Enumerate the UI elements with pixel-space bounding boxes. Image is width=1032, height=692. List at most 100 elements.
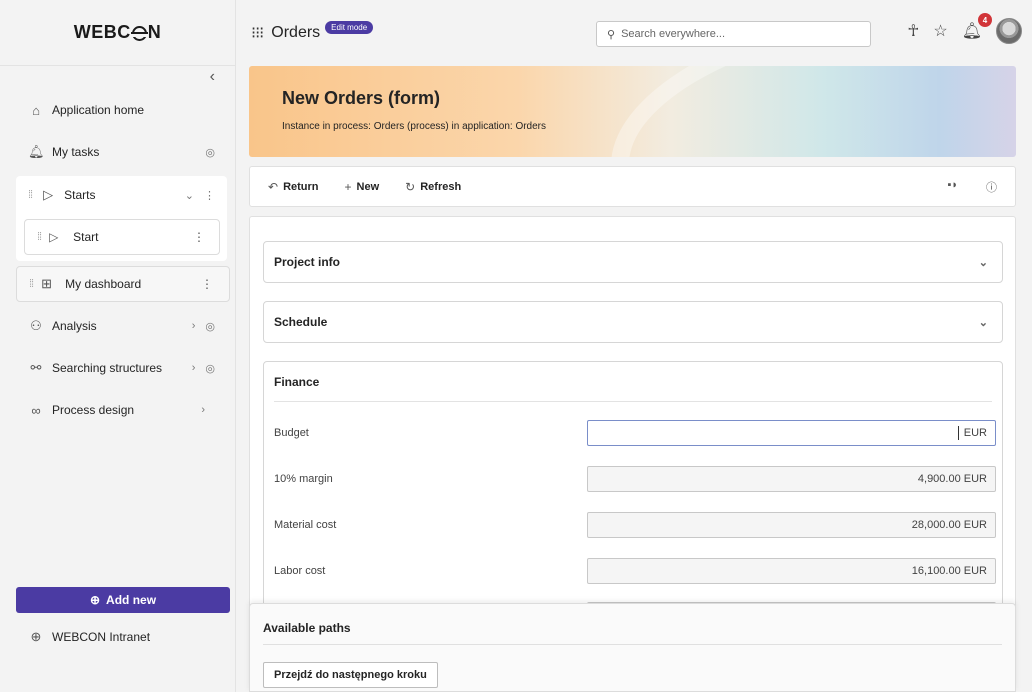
dashboard-icon: ⊞ [41, 276, 53, 291]
labor-cost-value: 16,100.00 EUR [587, 558, 996, 584]
refresh-icon: ↻ [405, 179, 416, 194]
sidebar-item-label: Start [73, 230, 99, 244]
sidebar-item-label: Process design [52, 403, 135, 417]
sidebar-item-start[interactable]: ⁞⁞ ▷ Start ⋮ [24, 219, 220, 255]
sidebar-item-my-tasks[interactable]: 🔔︎ My tasks ◎ [16, 134, 227, 170]
bell-icon: 🔔︎ [28, 144, 45, 159]
logo-text-start: WEBC [73, 22, 131, 42]
sidebar-item-label: My dashboard [65, 277, 142, 291]
return-icon: ↶ [268, 179, 279, 194]
paths-title: Available paths [263, 621, 351, 635]
edit-mode-badge[interactable]: Edit mode [325, 20, 374, 34]
drag-handle-icon[interactable]: ⁞⁞ [28, 189, 33, 201]
sidebar-item-label: WEBCON Intranet [52, 630, 151, 644]
collapse-sidebar-icon[interactable]: ‹ [210, 68, 215, 86]
chevron-down-icon[interactable]: ⌄ [185, 189, 194, 202]
notification-count-badge: 4 [978, 13, 992, 27]
sidebar-item-analysis[interactable]: ⚇ Analysis › ◎ [16, 308, 227, 344]
page-subtitle: Instance in process: Orders (process) in… [282, 121, 546, 132]
budget-input[interactable]: EUR [587, 420, 996, 446]
notifications-bell-icon[interactable]: 🔔︎ 4 [962, 13, 992, 41]
analysis-icon: ⚇ [30, 318, 42, 333]
field-label: Material cost [274, 519, 337, 531]
sidebar-item-searching-structures[interactable]: ⚯ Searching structures › ◎ [16, 350, 227, 386]
top-bar: ⁝⁝⁝ Orders Edit mode ⚲ Search everywhere… [237, 0, 1032, 66]
search-icon: ⚲ [607, 28, 616, 41]
plus-icon: + [344, 179, 352, 194]
sidebar-item-label: My tasks [52, 145, 100, 159]
drag-handle-icon[interactable]: ⁞⁞ [29, 278, 34, 290]
sidebar-item-label: Searching structures [52, 361, 163, 375]
drag-handle-icon[interactable]: ⁞⁞ [37, 231, 42, 243]
logo-text-end: N [147, 22, 162, 42]
field-label: 10% margin [274, 473, 333, 485]
more-options-icon[interactable]: ⋮ [201, 277, 229, 291]
app-launcher-icon[interactable]: ⁝⁝⁝ [251, 23, 264, 43]
chevron-down-icon[interactable]: ⌄ [979, 316, 988, 329]
structure-icon: ⚯ [30, 360, 42, 375]
divider [263, 644, 1002, 645]
chevron-right-icon[interactable]: › [192, 320, 196, 333]
new-label: New [356, 180, 380, 193]
return-button[interactable]: ↶ Return [268, 180, 319, 194]
field-value: 4,900.00 EUR [917, 473, 987, 485]
material-cost-value: 28,000.00 EUR [587, 512, 996, 538]
app-title[interactable]: Orders [271, 24, 320, 42]
sidebar-item-process-design[interactable]: ∞ Process design › [16, 392, 227, 428]
field-value: 28,000.00 EUR [911, 519, 987, 531]
play-icon: ▷ [43, 187, 54, 202]
chevron-right-icon[interactable]: › [192, 362, 196, 375]
user-avatar[interactable] [996, 18, 1022, 44]
field-label: Labor cost [274, 565, 326, 577]
section-title: Project info [274, 255, 341, 269]
accessibility-icon[interactable]: ☥ [907, 21, 919, 41]
section-title: Finance [274, 374, 320, 389]
office-export-icon[interactable]: ▪◗ [947, 179, 958, 195]
return-label: Return [283, 180, 319, 193]
search-input[interactable]: ⚲ Search everywhere... [596, 21, 871, 47]
process-icon: ∞ [31, 402, 41, 418]
field-material-cost: Material cost 28,000.00 EUR [274, 512, 996, 538]
visibility-icon[interactable]: ◎ [205, 320, 215, 333]
sidebar-item-starts[interactable]: ⁞⁞ ▷ Starts ⌄ ⋮ [16, 177, 227, 213]
field-label: Budget [274, 427, 309, 439]
refresh-button[interactable]: ↻ Refresh [405, 180, 461, 194]
form-banner: New Orders (form) Instance in process: O… [249, 66, 1016, 157]
section-title: Schedule [274, 315, 328, 329]
field-value: 16,100.00 EUR [911, 565, 987, 577]
visibility-icon[interactable]: ◎ [205, 362, 215, 375]
search-placeholder: Search everywhere... [621, 28, 725, 40]
visibility-icon[interactable]: ◎ [205, 146, 215, 159]
sidebar-item-label: Analysis [52, 319, 97, 333]
info-icon[interactable]: ⓘ [986, 179, 997, 195]
next-step-button[interactable]: Przejdź do następnego kroku [263, 662, 438, 688]
field-budget: Budget EUR [274, 420, 996, 446]
more-options-icon[interactable]: ⋮ [204, 189, 215, 202]
sidebar-item-label: Application home [52, 103, 145, 117]
home-icon: ⌂ [32, 102, 40, 118]
section-project-info[interactable]: Project info ⌄ [263, 241, 1003, 283]
sidebar-item-my-dashboard[interactable]: ⁞⁞ ⊞ My dashboard ⋮ [16, 266, 230, 302]
margin-value: 4,900.00 EUR [587, 466, 996, 492]
star-icon[interactable]: ☆ [933, 21, 947, 41]
sidebar-item-application-home[interactable]: ⌂ Application home [16, 92, 227, 128]
play-icon: ▷ [49, 230, 59, 244]
page-title: New Orders (form) [282, 88, 441, 108]
sidebar-item-webcon-intranet[interactable]: ⊕ WEBCON Intranet [16, 619, 227, 655]
more-options-icon[interactable]: ⋮ [193, 230, 219, 244]
refresh-label: Refresh [420, 180, 462, 193]
field-labor-cost: Labor cost 16,100.00 EUR [274, 558, 996, 584]
available-paths-panel: Available paths Przejdź do następnego kr… [249, 603, 1016, 692]
plus-circle-icon: ⊕ [89, 593, 101, 607]
chevron-right-icon[interactable]: › [201, 404, 205, 416]
webcon-logo[interactable]: WEBC N [0, 0, 235, 66]
text-caret [957, 426, 959, 440]
chevron-down-icon[interactable]: ⌄ [979, 256, 988, 269]
add-new-button[interactable]: ⊕ Add new [16, 587, 230, 613]
globe-icon: ⊕ [30, 629, 42, 644]
section-schedule[interactable]: Schedule ⌄ [263, 301, 1003, 343]
currency-suffix: EUR [963, 427, 987, 439]
field-margin: 10% margin 4,900.00 EUR [274, 466, 996, 492]
new-button[interactable]: + New [345, 180, 380, 194]
sidebar: WEBC N ‹ ⌂ Application home 🔔︎ My tasks ◎… [0, 0, 236, 692]
